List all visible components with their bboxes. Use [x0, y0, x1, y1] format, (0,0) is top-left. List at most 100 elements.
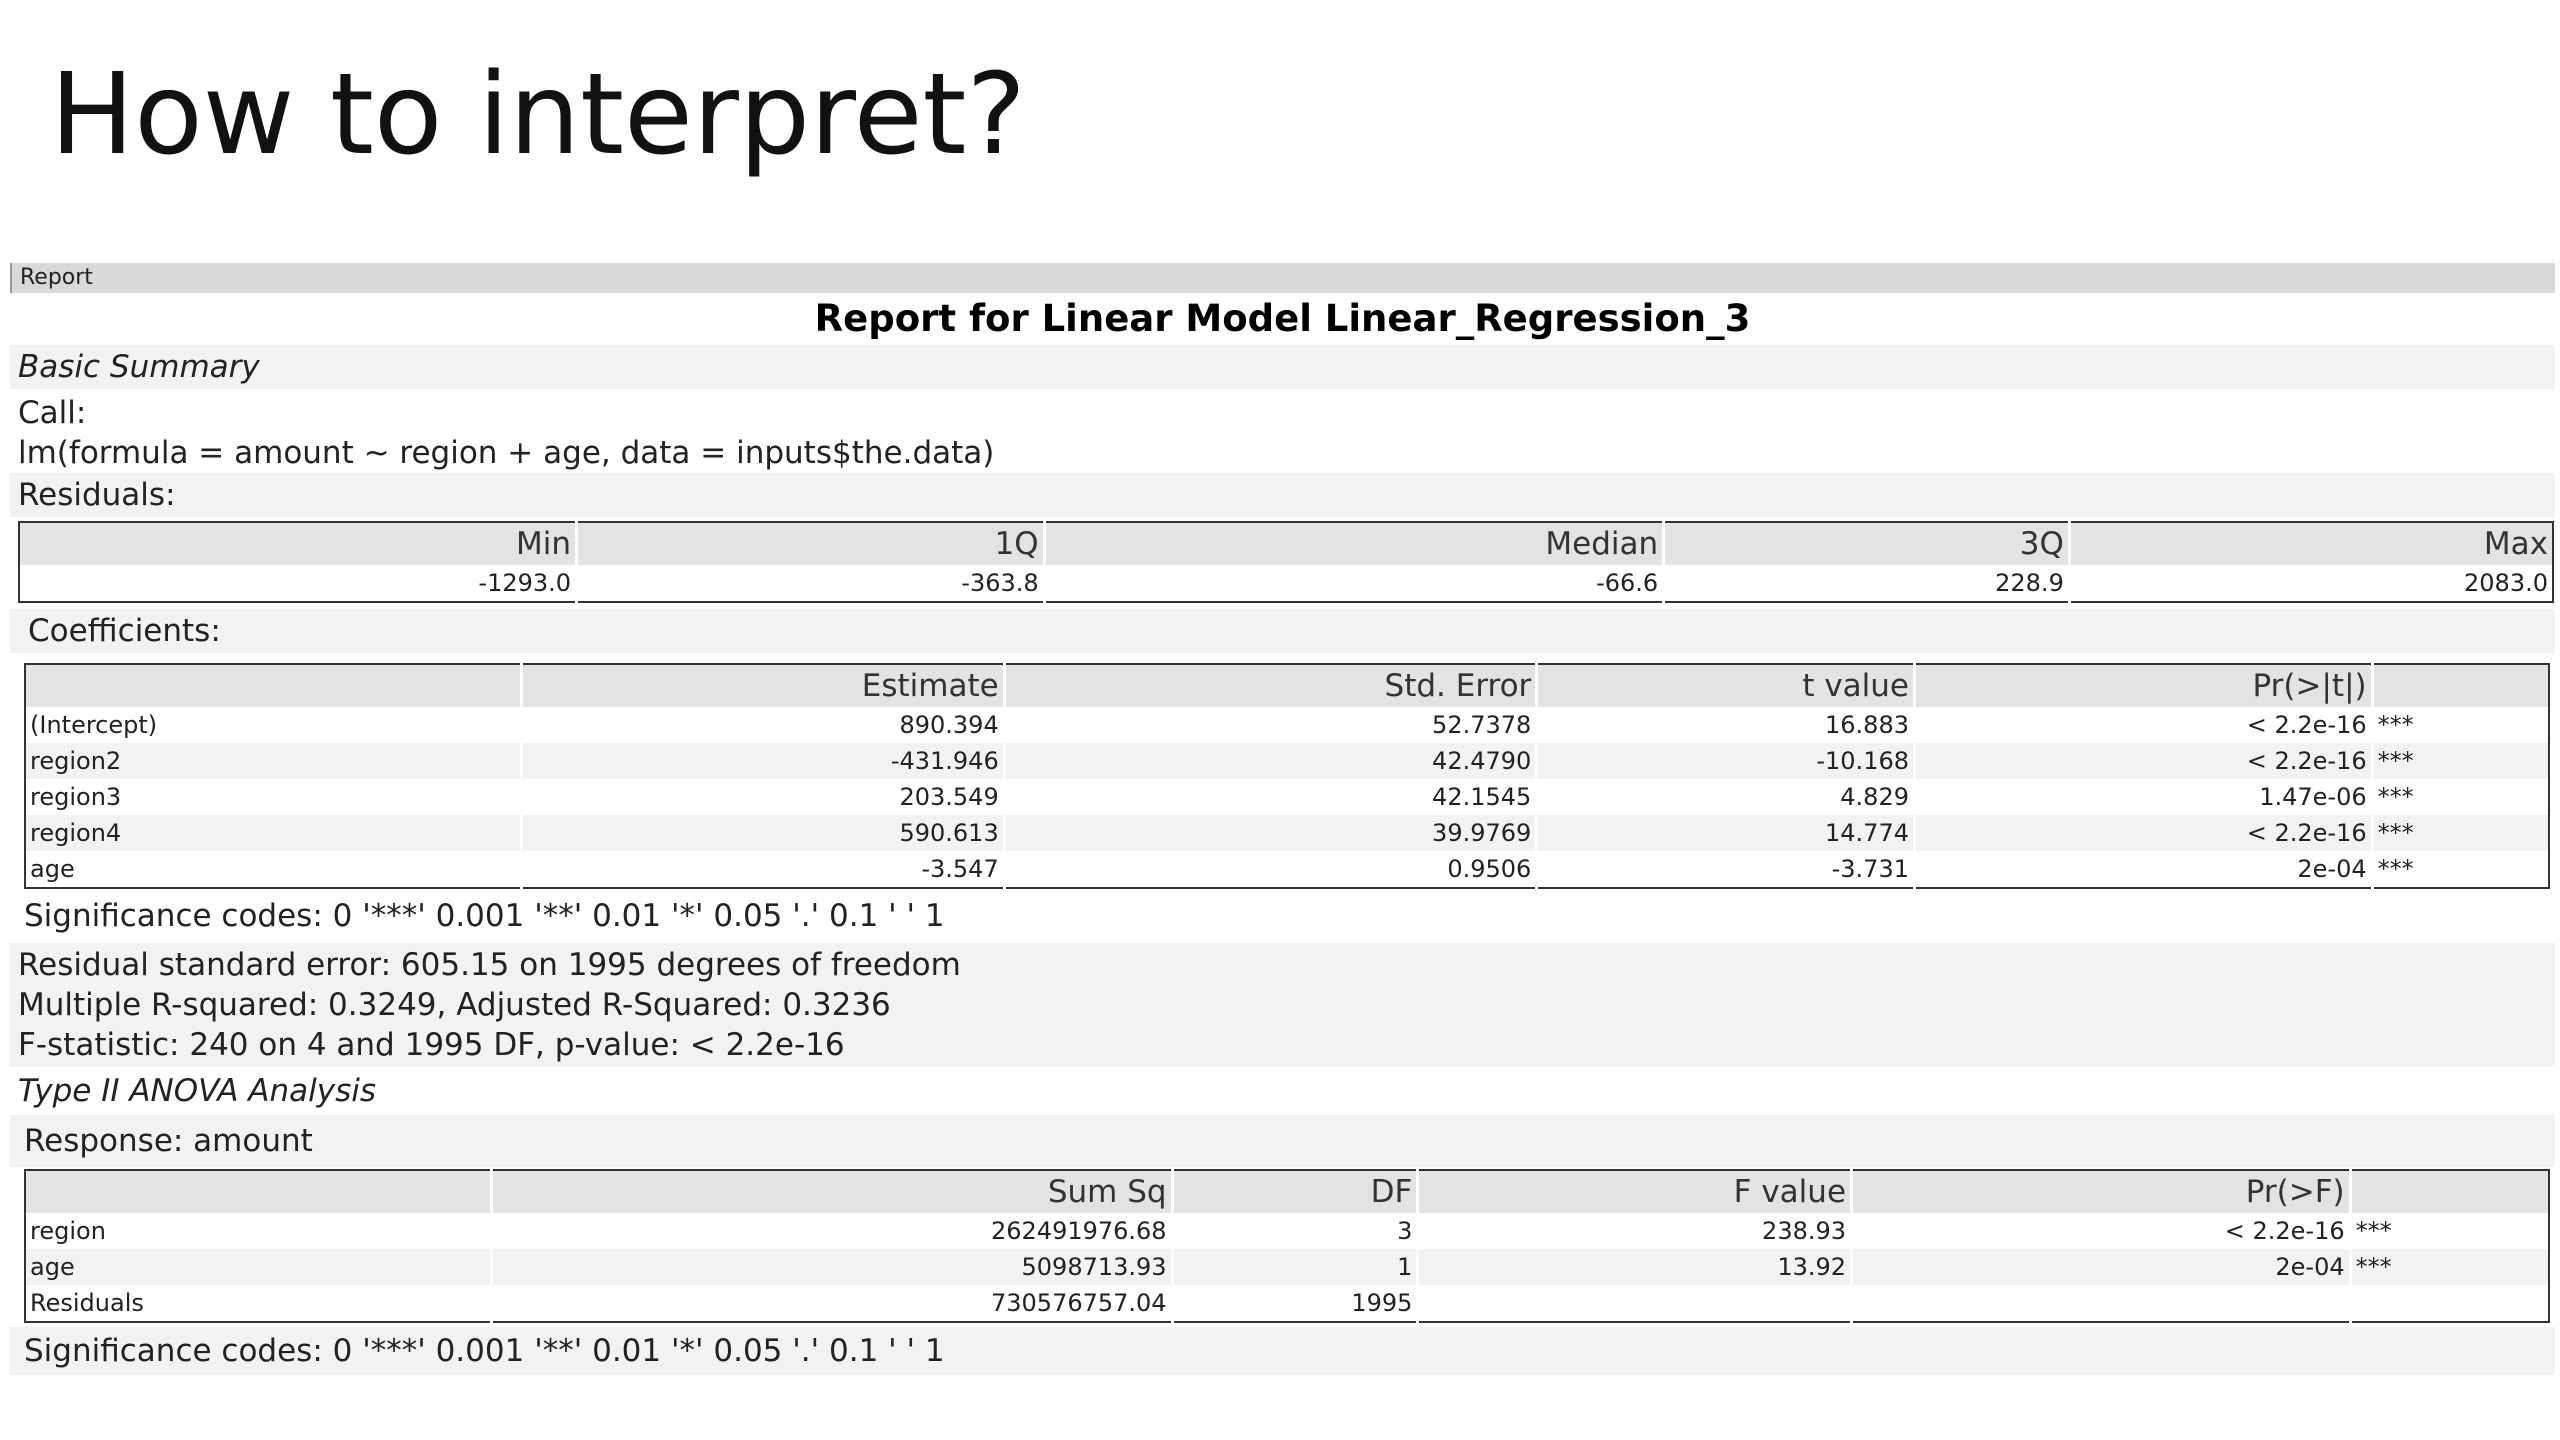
coef-term: (Intercept) — [30, 711, 158, 739]
coef-p-value: < 2.2e-16 — [1913, 743, 2373, 779]
coef-std-error: 0.9506 — [1002, 851, 1537, 888]
coef-t-value: -3.731 — [1535, 851, 1915, 888]
model-stats-block: Residual standard error: 605.15 on 1995 … — [10, 943, 2555, 1067]
coef-p-value: < 2.2e-16 — [1913, 707, 2373, 743]
coefficients-header-t-value: t value — [1535, 664, 1915, 707]
anova-heading: Type II ANOVA Analysis — [18, 1073, 377, 1109]
anova-signif-stars: *** — [2348, 1213, 2549, 1249]
residuals-header-row: Min 1Q Median 3Q Max — [19, 522, 2553, 565]
residuals-header-median: Median — [1042, 522, 1664, 565]
anova-header-sum-sq: Sum Sq — [490, 1170, 1173, 1213]
residuals-header-min: Min — [19, 522, 577, 565]
residuals-header-1q: 1Q — [575, 522, 1045, 565]
coef-p-value: < 2.2e-16 — [1913, 815, 2373, 851]
coefficients-header-row: Estimate Std. Error t value Pr(>|t|) — [25, 664, 2549, 707]
coef-t-value: 16.883 — [1535, 707, 1915, 743]
table-row: region 262491976.68 3 238.93 < 2.2e-16 *… — [25, 1213, 2549, 1249]
residuals-value-row: -1293.0 -363.8 -66.6 228.9 2083.0 — [19, 565, 2553, 602]
anova-df: 1 — [1170, 1249, 1418, 1285]
coefficients-header-estimate: Estimate — [520, 664, 1005, 707]
coefficients-significance-codes: Significance codes: 0 '***' 0.001 '**' 0… — [24, 898, 945, 934]
coef-term: region3 — [30, 783, 122, 811]
coefficients-header-p-value: Pr(>|t|) — [1913, 664, 2373, 707]
anova-sum-sq: 730576757.04 — [490, 1285, 1173, 1322]
residuals-value-1q: -363.8 — [575, 565, 1045, 602]
call-label: Call: — [18, 395, 87, 431]
residuals-value-median: -66.6 — [1042, 565, 1664, 602]
residual-standard-error: Residual standard error: 605.15 on 1995 … — [10, 945, 2555, 985]
coef-std-error: 42.1545 — [1002, 779, 1537, 815]
coefficients-header-std-error: Std. Error — [1002, 664, 1537, 707]
anova-signif-stars — [2348, 1285, 2549, 1322]
anova-sum-sq: 262491976.68 — [490, 1213, 1173, 1249]
coef-t-value: 4.829 — [1535, 779, 1915, 815]
coefficients-table-wrap: Estimate Std. Error t value Pr(>|t|) (In… — [24, 663, 2555, 889]
anova-header-df: DF — [1170, 1170, 1418, 1213]
coef-p-value: 1.47e-06 — [1913, 779, 2373, 815]
anova-term: Residuals — [30, 1289, 144, 1317]
report-title: Report for Linear Model Linear_Regressio… — [814, 297, 1751, 340]
anova-header-p-value: Pr(>F) — [1850, 1170, 2351, 1213]
coef-std-error: 42.4790 — [1002, 743, 1537, 779]
basic-summary-heading: Basic Summary — [10, 345, 2555, 389]
coef-estimate: 590.613 — [520, 815, 1005, 851]
anova-header-row: Sum Sq DF F value Pr(>F) — [25, 1170, 2549, 1213]
anova-table-wrap: Sum Sq DF F value Pr(>F) region 26249197… — [24, 1169, 2555, 1323]
anova-header-f-value: F value — [1416, 1170, 1852, 1213]
anova-df: 1995 — [1170, 1285, 1418, 1322]
coef-signif-stars: *** — [2370, 815, 2549, 851]
coef-signif-stars: *** — [2370, 743, 2549, 779]
table-row: age 5098713.93 1 13.92 2e-04 *** — [25, 1249, 2549, 1285]
table-row: region3 203.549 42.1545 4.829 1.47e-06 *… — [25, 779, 2549, 815]
table-row: region4 590.613 39.9769 14.774 < 2.2e-16… — [25, 815, 2549, 851]
coef-t-value: -10.168 — [1535, 743, 1915, 779]
coef-term: region2 — [25, 743, 522, 779]
anova-signif-stars: *** — [2348, 1249, 2549, 1285]
call-formula: lm(formula = amount ~ region + age, data… — [18, 435, 995, 471]
residuals-table-wrap: Min 1Q Median 3Q Max -1293.0 -363.8 -66.… — [18, 521, 2555, 603]
table-row: Residuals 730576757.04 1995 — [25, 1285, 2549, 1322]
coef-signif-stars: *** — [2370, 707, 2549, 743]
anova-table: Sum Sq DF F value Pr(>F) region 26249197… — [24, 1169, 2550, 1323]
residuals-value-max: 2083.0 — [2067, 565, 2553, 602]
residuals-value-3q: 228.9 — [1662, 565, 2070, 602]
anova-p-value: 2e-04 — [1850, 1249, 2351, 1285]
response-label: Response: amount — [10, 1115, 2555, 1167]
coefficients-label: Coefficients: — [10, 609, 2555, 653]
anova-f-value: 238.93 — [1416, 1213, 1852, 1249]
anova-term: region — [30, 1217, 106, 1245]
coef-signif-stars: *** — [2370, 779, 2549, 815]
coef-estimate: -3.547 — [520, 851, 1005, 888]
residuals-header-3q: 3Q — [1662, 522, 2070, 565]
anova-header-term — [25, 1170, 492, 1213]
residuals-header-max: Max — [2067, 522, 2553, 565]
coefficients-table: Estimate Std. Error t value Pr(>|t|) (In… — [24, 663, 2550, 889]
anova-sum-sq: 5098713.93 — [490, 1249, 1173, 1285]
table-row: region2 -431.946 42.4790 -10.168 < 2.2e-… — [25, 743, 2549, 779]
coef-signif-stars: *** — [2370, 851, 2549, 888]
coef-term: age — [30, 855, 75, 883]
coef-std-error: 52.7378 — [1002, 707, 1537, 743]
table-row: age -3.547 0.9506 -3.731 2e-04 *** — [25, 851, 2549, 888]
coef-estimate: 890.394 — [520, 707, 1005, 743]
coef-estimate: -431.946 — [520, 743, 1005, 779]
report-panel: Report Report for Linear Model Linear_Re… — [10, 263, 2555, 1375]
coef-std-error: 39.9769 — [1002, 815, 1537, 851]
coef-estimate: 203.549 — [520, 779, 1005, 815]
residuals-label: Residuals: — [10, 473, 2555, 517]
anova-significance-codes: Significance codes: 0 '***' 0.001 '**' 0… — [10, 1327, 2555, 1375]
coefficients-header-signif — [2370, 664, 2549, 707]
f-statistic: F-statistic: 240 on 4 and 1995 DF, p-val… — [10, 1025, 2555, 1065]
table-row: (Intercept) 890.394 52.7378 16.883 < 2.2… — [25, 707, 2549, 743]
coef-p-value: 2e-04 — [1913, 851, 2373, 888]
coef-t-value: 14.774 — [1535, 815, 1915, 851]
coefficients-header-term — [25, 664, 522, 707]
anova-f-value: 13.92 — [1416, 1249, 1852, 1285]
anova-header-signif — [2348, 1170, 2549, 1213]
anova-p-value — [1850, 1285, 2351, 1322]
anova-f-value — [1416, 1285, 1852, 1322]
anova-term: age — [25, 1249, 492, 1285]
residuals-value-min: -1293.0 — [478, 569, 572, 597]
r-squared: Multiple R-squared: 0.3249, Adjusted R-S… — [10, 985, 2555, 1025]
coef-term: region4 — [25, 815, 522, 851]
